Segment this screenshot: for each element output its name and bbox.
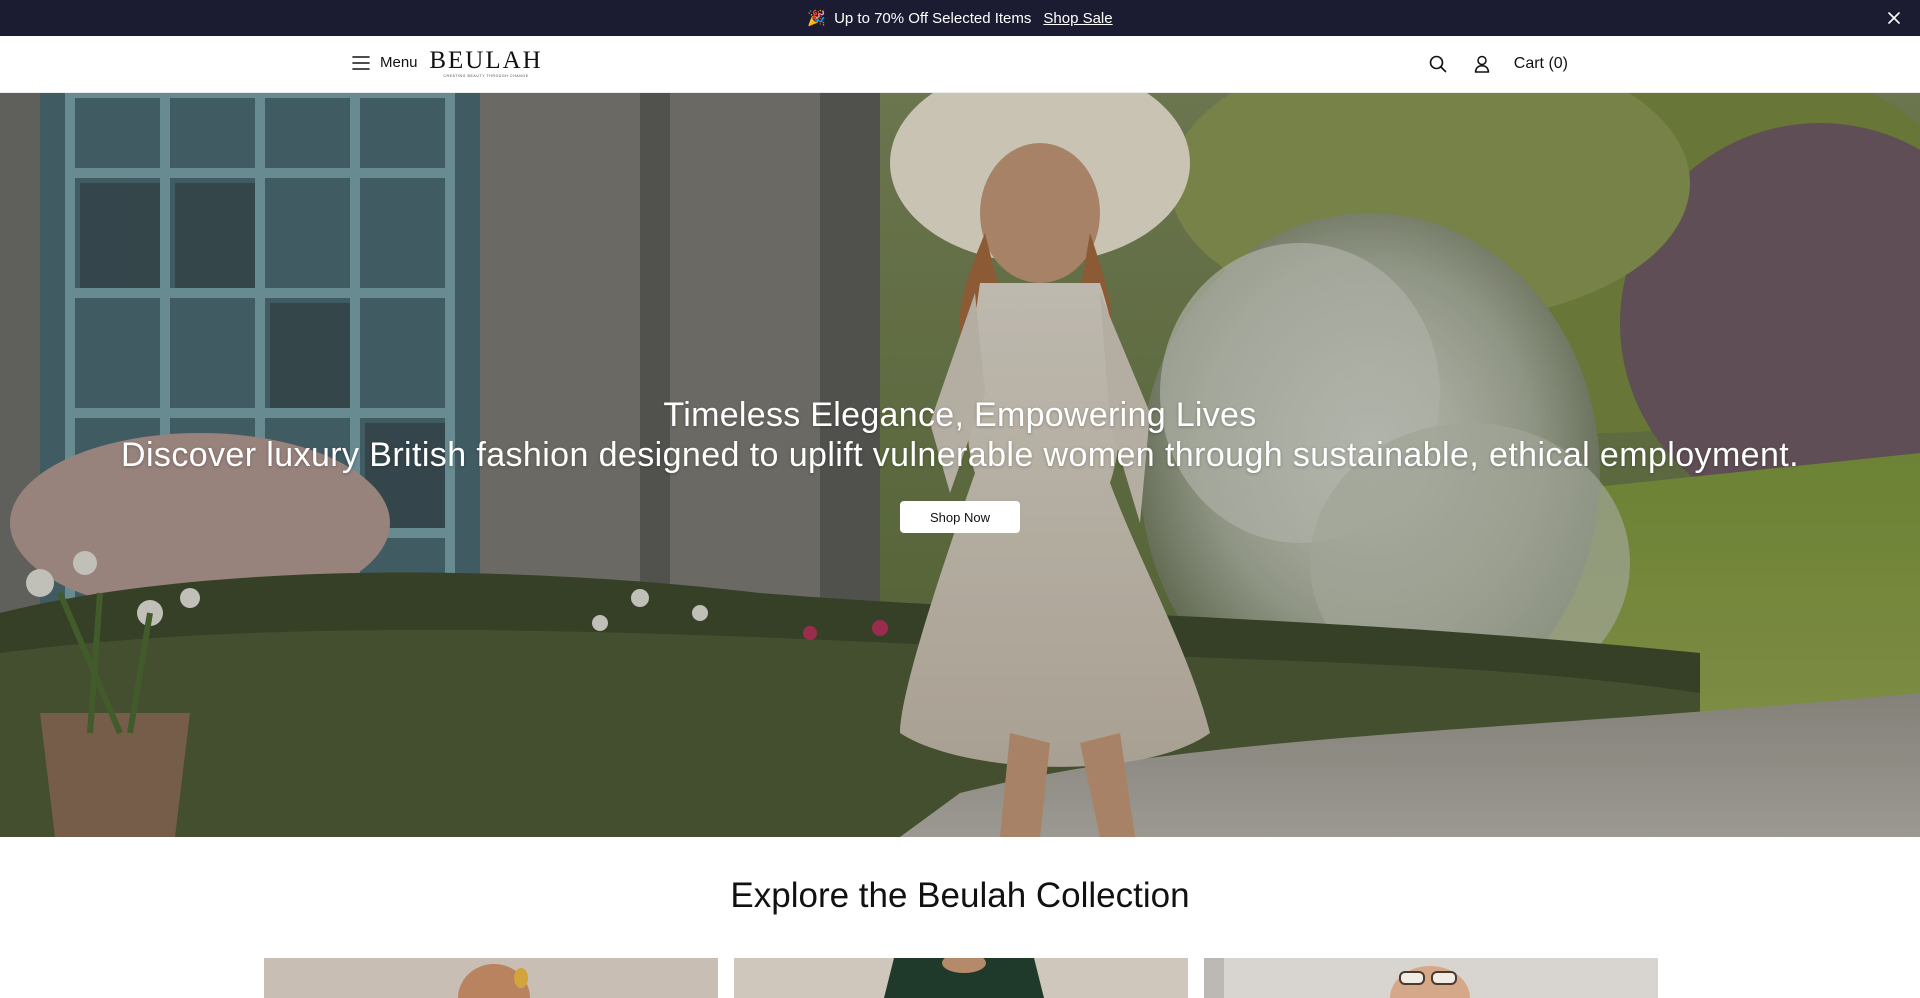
collection-heading: Explore the Beulah Collection [730,876,1190,915]
hero-text: Timeless Elegance, Empowering Lives Disc… [0,395,1920,475]
search-button[interactable] [1426,52,1450,76]
hero-banner: Timeless Elegance, Empowering Lives Disc… [0,93,1920,837]
account-icon [1474,55,1490,73]
collection-card-1[interactable] [264,958,718,998]
logo-tagline: CREATING BEAUTY THROUGH CHANGE [443,74,529,78]
party-popper-icon: 🎉 [807,10,827,27]
announcement-message: 🎉 Up to 70% Off Selected Items Shop Sale [807,9,1112,28]
hero-subtitle: Discover luxury British fashion designed… [121,436,1799,474]
site-logo[interactable]: BEULAH CREATING BEAUTY THROUGH CHANGE [429,48,540,81]
site-header: Menu BEULAH CREATING BEAUTY THROUGH CHAN… [0,36,1920,93]
menu-button[interactable]: Menu [352,54,418,71]
header-actions: Cart (0) [1426,52,1568,76]
collection-card-2[interactable] [734,958,1188,998]
hero-title: Timeless Elegance, Empowering Lives [663,396,1257,434]
hamburger-icon [352,55,370,70]
collection-card-image [734,958,1188,998]
announcement-bar: 🎉 Up to 70% Off Selected Items Shop Sale [0,0,1920,36]
search-icon [1429,55,1447,73]
close-announcement-button[interactable] [1884,8,1904,28]
collection-card-image [264,958,718,998]
collection-card-3[interactable] [1204,958,1658,998]
collection-cards [264,958,1658,998]
announcement-text: Up to 70% Off Selected Items [834,9,1032,27]
collection-card-image [1204,958,1658,998]
menu-label: Menu [380,54,418,71]
logo-wordmark: BEULAH [429,47,543,74]
account-button[interactable] [1470,52,1494,76]
cart-link[interactable]: Cart (0) [1514,55,1568,73]
shop-sale-link[interactable]: Shop Sale [1043,10,1112,27]
shop-now-button[interactable]: Shop Now [900,501,1020,533]
close-icon [1888,12,1900,24]
